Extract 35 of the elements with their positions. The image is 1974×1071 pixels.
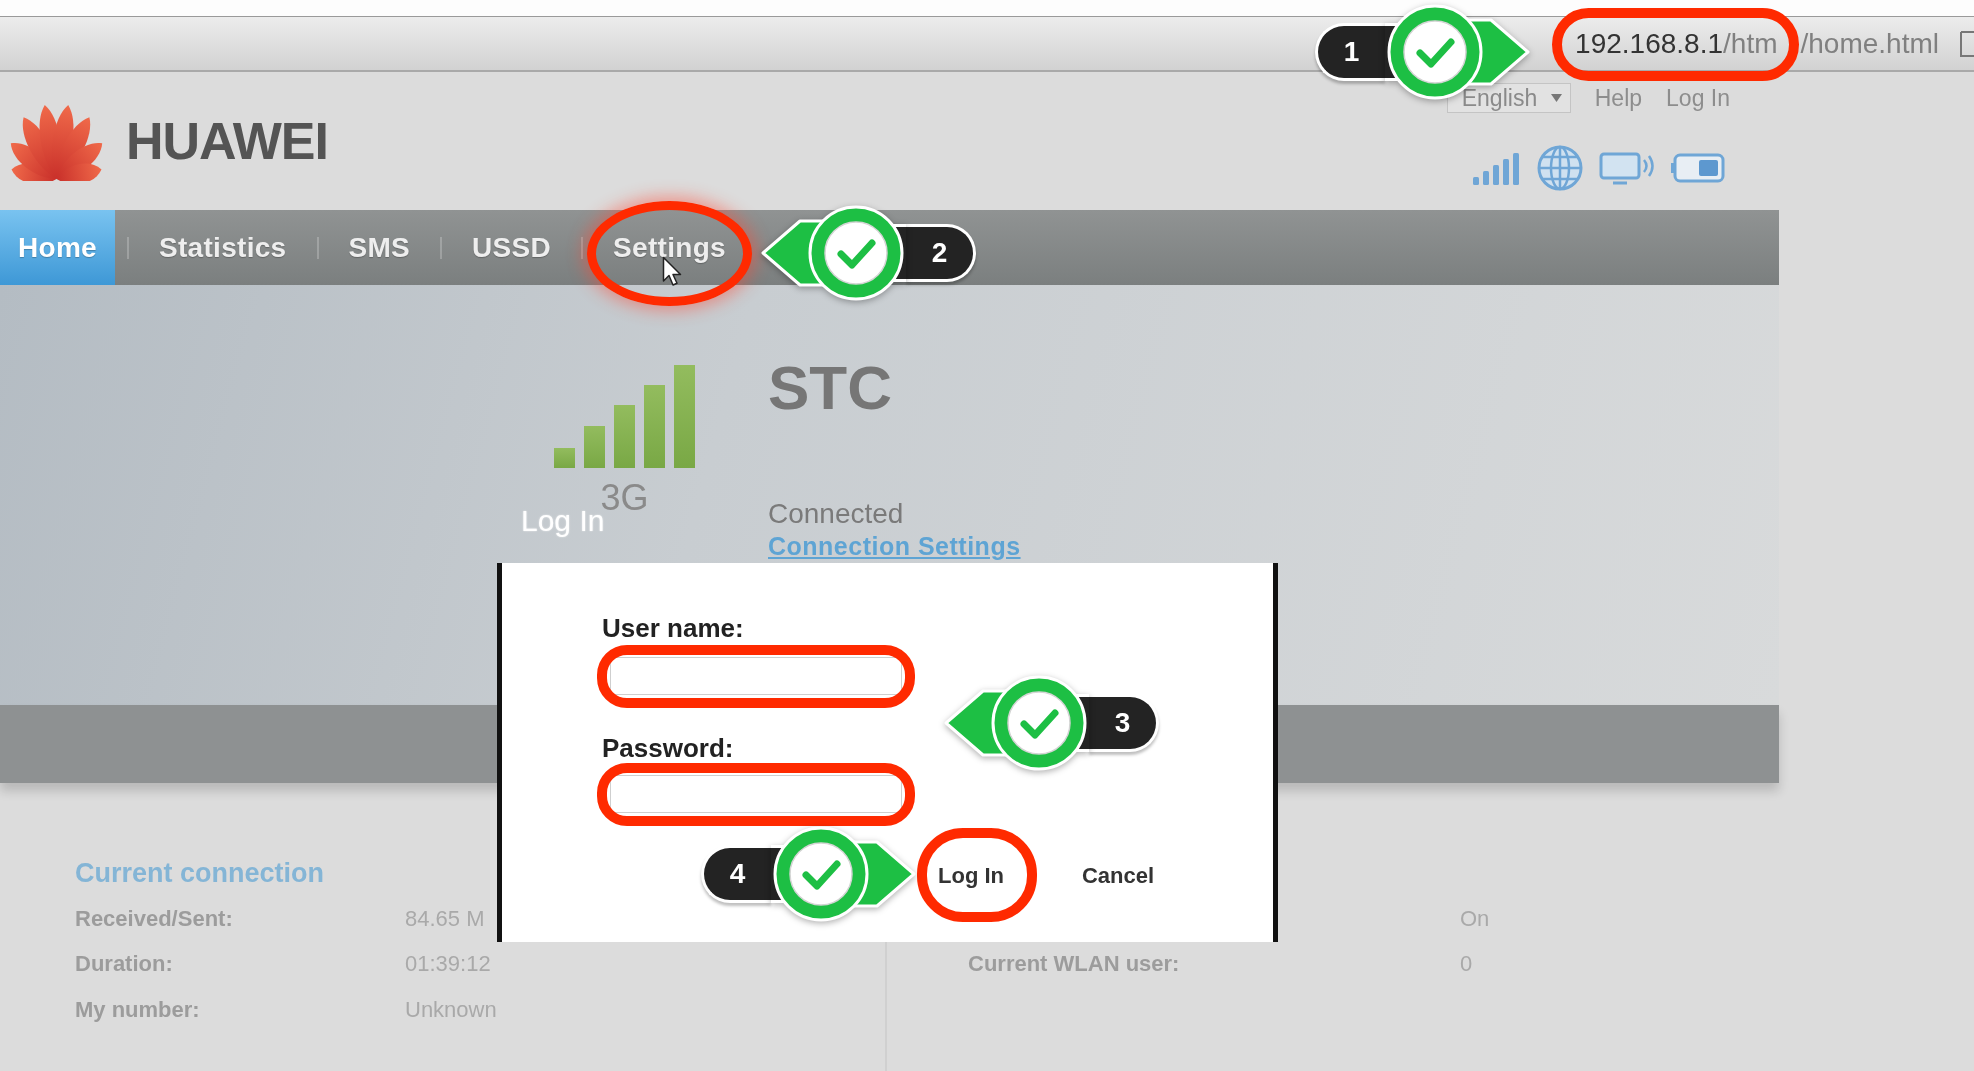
connection-settings-link[interactable]: Connection Settings — [768, 532, 1021, 560]
url-text: 192.168.8.1/htm — [1575, 27, 1778, 60]
section-title: Current connection — [75, 857, 324, 890]
dialog-button[interactable]: Log In — [930, 856, 1012, 896]
dialog-button[interactable]: Cancel — [1074, 856, 1163, 896]
info-label: Duration: — [75, 951, 174, 978]
header-link[interactable]: Help — [1594, 83, 1643, 113]
monitor-signal-icon — [1599, 150, 1655, 186]
info-label: Received/Sent: — [75, 905, 234, 932]
step-number: 1 — [1315, 23, 1385, 81]
url-text: /home.html — [1800, 27, 1939, 60]
connection-status: Connected — [768, 498, 904, 530]
signal-bars-icon — [1473, 151, 1521, 185]
input-field[interactable] — [610, 775, 902, 813]
battery-icon — [1671, 152, 1725, 184]
nav-tab[interactable]: SMS — [330, 210, 429, 285]
field-label: User name: — [602, 613, 744, 643]
page-icon — [1959, 29, 1974, 58]
nav-tab[interactable]: Statistics — [141, 210, 305, 285]
input-field[interactable] — [610, 657, 902, 695]
step-number: 4 — [701, 845, 771, 903]
language-select[interactable]: English — [1446, 83, 1571, 113]
signal-strength-icon — [554, 365, 695, 468]
nav-tab[interactable]: Home — [0, 210, 115, 285]
field-label: Password: — [602, 733, 734, 763]
globe-icon — [1537, 145, 1583, 191]
caret-icon — [1550, 94, 1562, 102]
brand-name: HUAWEI — [126, 115, 328, 167]
operator-name: STC — [768, 357, 892, 419]
step-number: 2 — [906, 224, 976, 282]
step-number: 3 — [1089, 694, 1159, 752]
info-label: My number: — [75, 996, 201, 1023]
nav-tab[interactable]: USSD — [454, 210, 570, 285]
header-link[interactable]: Log In — [1666, 83, 1730, 113]
info-label: Current WLAN user: — [968, 951, 1181, 978]
